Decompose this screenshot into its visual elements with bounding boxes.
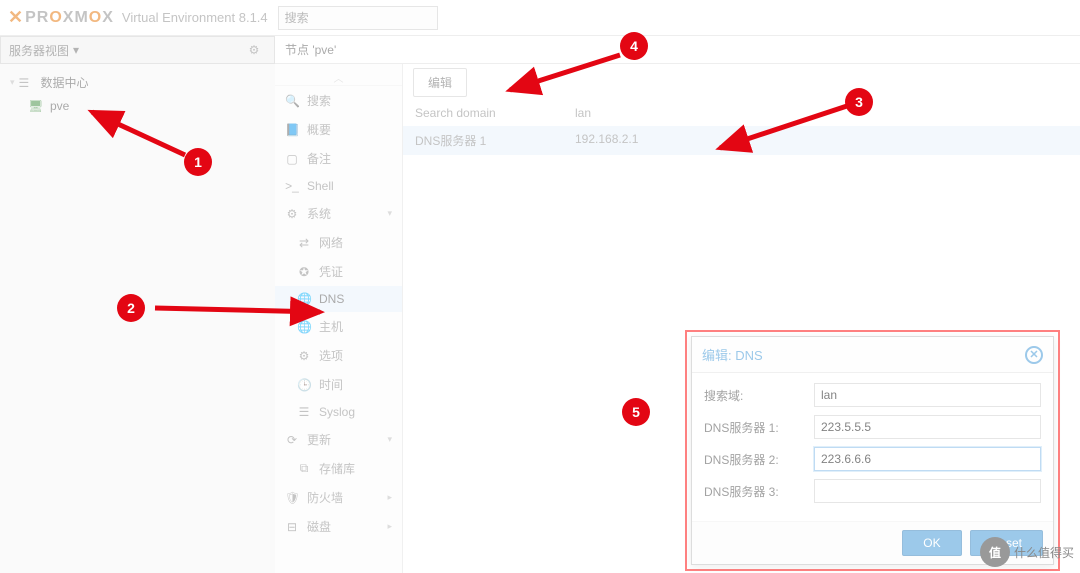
- nav-repositories[interactable]: ⧉存储库: [275, 454, 402, 483]
- book-icon: 📘: [285, 123, 299, 137]
- cog-icon: ⚙: [285, 207, 299, 221]
- content-title: 节点 'pve': [275, 36, 1080, 64]
- nav-search[interactable]: 🔍搜索: [275, 86, 402, 115]
- top-header: ✕ PROXMOX Virtual Environment 8.1.4: [0, 0, 1080, 36]
- form-row-dns3: DNS服务器 3:: [704, 479, 1041, 503]
- shield-icon: 🛡: [285, 491, 299, 505]
- dns-table: Search domain lan DNS服务器 1 192.168.2.1: [403, 100, 1080, 155]
- nav-dns[interactable]: 🌐DNS: [275, 286, 402, 312]
- watermark-text: 什么值得买: [1014, 544, 1074, 561]
- annotation-marker-5: 5: [622, 398, 650, 426]
- sidebar-view-selector[interactable]: 服务器视图 ▾ ⚙: [0, 36, 275, 64]
- chevron-right-icon: ▸: [387, 492, 392, 503]
- nav-network[interactable]: ⇄网络: [275, 228, 402, 257]
- field-label: 搜索域:: [704, 387, 814, 404]
- row-value: lan: [575, 106, 1068, 120]
- logo: ✕ PROXMOX Virtual Environment 8.1.4: [8, 7, 268, 28]
- table-row[interactable]: Search domain lan: [403, 100, 1080, 126]
- nav-hosts[interactable]: 🌐主机: [275, 312, 402, 341]
- row-label: Search domain: [415, 106, 575, 120]
- edit-dns-dialog: 编辑: DNS ✕ 搜索域: DNS服务器 1: DNS服务器 2: DNS服务…: [691, 336, 1054, 565]
- nav-summary[interactable]: 📘概要: [275, 115, 402, 144]
- watermark-icon: 值: [980, 537, 1010, 567]
- datacenter-icon: ☰: [19, 76, 35, 90]
- dns2-input[interactable]: [814, 447, 1041, 471]
- dialog-title: 编辑: DNS: [702, 345, 763, 364]
- notes-icon: ▢: [285, 152, 299, 166]
- tree-node-label: pve: [50, 99, 69, 113]
- chevron-right-icon: ▸: [387, 521, 392, 532]
- annotation-marker-1: 1: [184, 148, 212, 176]
- form-row-dns2: DNS服务器 2:: [704, 447, 1041, 471]
- edit-button[interactable]: 编辑: [413, 68, 467, 97]
- nav-system[interactable]: ⚙系统▾: [275, 199, 402, 228]
- annotation-box-5: 编辑: DNS ✕ 搜索域: DNS服务器 1: DNS服务器 2: DNS服务…: [685, 330, 1060, 571]
- expand-icon: ▾: [10, 77, 15, 88]
- shell-icon: >_: [285, 179, 299, 193]
- network-icon: ⇄: [297, 236, 311, 250]
- annotation-marker-2: 2: [117, 294, 145, 322]
- gear-icon[interactable]: ⚙: [242, 38, 266, 62]
- row-value: 192.168.2.1: [575, 132, 1068, 149]
- clock-icon: 🕒: [297, 378, 311, 392]
- tree-datacenter-label: 数据中心: [41, 74, 89, 91]
- cert-icon: ✪: [297, 265, 311, 279]
- tree-datacenter[interactable]: ▾ ☰ 数据中心: [4, 70, 271, 95]
- detail-toolbar: 编辑: [403, 64, 1080, 100]
- nav-certificates[interactable]: ✪凭证: [275, 257, 402, 286]
- view-label: 服务器视图: [9, 42, 69, 59]
- search-domain-input[interactable]: [814, 383, 1041, 407]
- annotation-marker-3: 3: [845, 88, 873, 116]
- list-icon: ☰: [297, 405, 311, 419]
- collapse-icon[interactable]: ︿: [275, 70, 402, 86]
- nav-syslog[interactable]: ☰Syslog: [275, 399, 402, 425]
- dialog-header: 编辑: DNS ✕: [692, 337, 1053, 373]
- table-row[interactable]: DNS服务器 1 192.168.2.1: [403, 126, 1080, 155]
- nav-shell[interactable]: >_Shell: [275, 173, 402, 199]
- files-icon: ⧉: [297, 461, 311, 476]
- chevron-down-icon: ▾: [387, 434, 392, 445]
- global-search-input[interactable]: [278, 6, 438, 30]
- dns3-input[interactable]: [814, 479, 1041, 503]
- globe-icon: 🌐: [297, 292, 311, 306]
- ok-button[interactable]: OK: [902, 530, 961, 556]
- nav-updates[interactable]: ⟳更新▾: [275, 425, 402, 454]
- row-label: DNS服务器 1: [415, 132, 575, 149]
- field-label: DNS服务器 3:: [704, 483, 814, 500]
- nav-disks[interactable]: ⊟磁盘▸: [275, 512, 402, 541]
- disk-icon: ⊟: [285, 520, 299, 534]
- close-icon[interactable]: ✕: [1025, 346, 1043, 364]
- nav-notes[interactable]: ▢备注: [275, 144, 402, 173]
- form-row-search-domain: 搜索域:: [704, 383, 1041, 407]
- field-label: DNS服务器 2:: [704, 451, 814, 468]
- globe-icon: 🌐: [297, 320, 311, 334]
- chevron-down-icon: ▾: [387, 208, 392, 219]
- chevron-down-icon: ▾: [73, 43, 79, 57]
- config-nav: ︿ 🔍搜索 📘概要 ▢备注 >_Shell ⚙系统▾ ⇄网络 ✪凭证 🌐DNS …: [275, 64, 403, 573]
- annotation-marker-4: 4: [620, 32, 648, 60]
- dialog-body: 搜索域: DNS服务器 1: DNS服务器 2: DNS服务器 3:: [692, 373, 1053, 521]
- node-icon: 🖥: [28, 99, 44, 113]
- search-icon: 🔍: [285, 94, 299, 108]
- field-label: DNS服务器 1:: [704, 419, 814, 436]
- refresh-icon: ⟳: [285, 433, 299, 447]
- nav-options[interactable]: ⚙选项: [275, 341, 402, 370]
- logo-text: PROXMOX: [25, 9, 114, 27]
- nav-firewall[interactable]: 🛡防火墙▸: [275, 483, 402, 512]
- tree-node-pve[interactable]: 🖥 pve: [4, 95, 271, 117]
- form-row-dns1: DNS服务器 1:: [704, 415, 1041, 439]
- dns1-input[interactable]: [814, 415, 1041, 439]
- ve-version: Virtual Environment 8.1.4: [122, 10, 268, 25]
- resource-tree: ▾ ☰ 数据中心 🖥 pve: [0, 64, 275, 123]
- nav-time[interactable]: 🕒时间: [275, 370, 402, 399]
- logo-x-icon: ✕: [8, 7, 23, 28]
- watermark: 值 什么值得买: [980, 537, 1074, 567]
- cog-icon: ⚙: [297, 349, 311, 363]
